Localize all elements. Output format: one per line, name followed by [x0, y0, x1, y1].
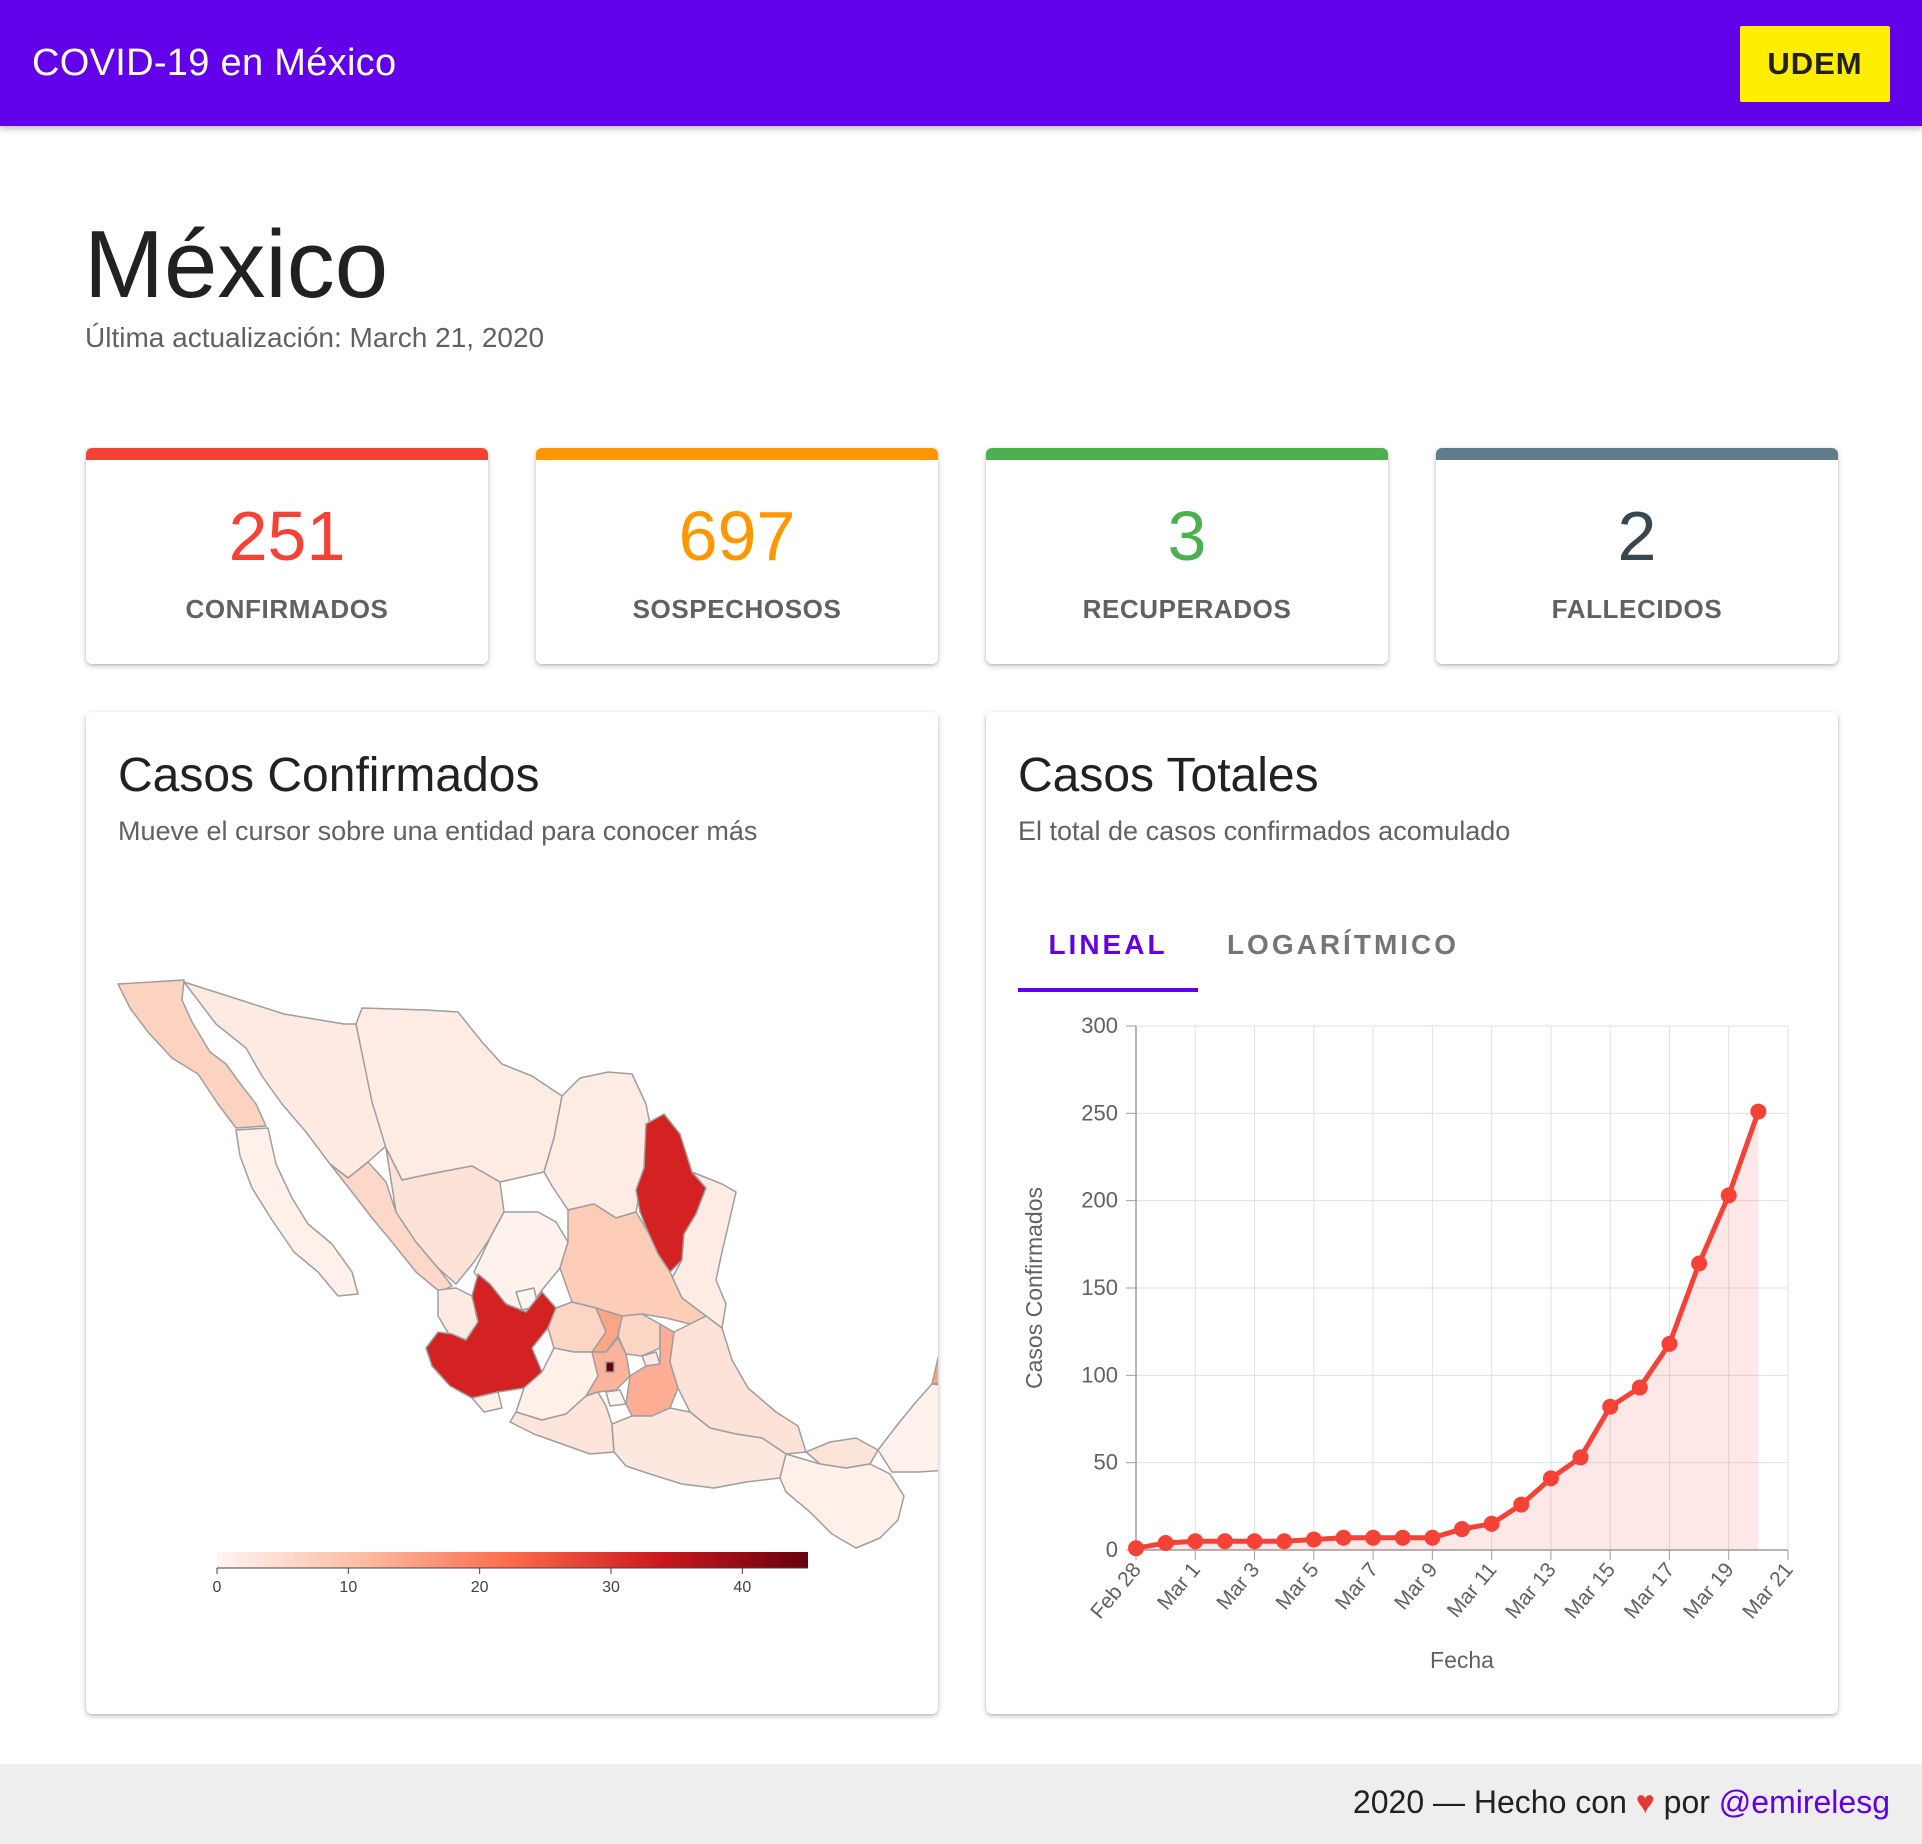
y-tick-label: 150	[1081, 1275, 1118, 1300]
data-point[interactable]	[1454, 1521, 1470, 1538]
state-morelos[interactable]	[605, 1389, 627, 1407]
data-point[interactable]	[1246, 1533, 1263, 1550]
data-point[interactable]	[1572, 1449, 1589, 1466]
author-link[interactable]: @emirelesg	[1719, 1784, 1890, 1820]
data-point[interactable]	[1305, 1531, 1322, 1548]
data-point[interactable]	[1483, 1515, 1500, 1532]
footer-prefix: 2020 — Hecho con	[1352, 1784, 1636, 1820]
app-bar: COVID-19 en México UDEM	[0, 0, 1922, 126]
stat-label: RECUPERADOS	[1082, 594, 1292, 624]
data-point[interactable]	[1157, 1535, 1174, 1552]
x-tick-label: Mar 9	[1390, 1558, 1442, 1614]
y-tick-label: 100	[1081, 1362, 1118, 1387]
data-point[interactable]	[1216, 1533, 1233, 1550]
state-chiapas[interactable]	[779, 1453, 905, 1549]
y-tick-label: 200	[1081, 1188, 1118, 1213]
state-yucatan[interactable]	[931, 1328, 938, 1385]
legend-bar	[217, 1552, 808, 1568]
y-axis-label: Casos Confirmados	[1021, 1187, 1047, 1389]
data-point[interactable]	[1128, 1540, 1144, 1557]
data-point[interactable]	[1335, 1529, 1352, 1546]
y-tick-label: 0	[1106, 1537, 1118, 1562]
state-campeche[interactable]	[877, 1383, 938, 1473]
stat-value: 3	[1167, 497, 1207, 575]
data-point[interactable]	[1661, 1335, 1678, 1352]
data-point[interactable]	[1394, 1529, 1411, 1546]
data-point[interactable]	[1276, 1533, 1293, 1550]
mexico-map: 0 10 20 30 40	[117, 979, 938, 1596]
stat-value: 2	[1617, 497, 1657, 575]
x-tick-label: Mar 5	[1272, 1558, 1324, 1614]
x-tick-label: Mar 11	[1443, 1558, 1502, 1622]
x-tick-label: Mar 15	[1560, 1558, 1620, 1623]
legend-ticks: 0 10 20 30 40	[213, 1568, 751, 1596]
stat-value: 251	[228, 497, 346, 575]
footer-middle: por	[1654, 1784, 1719, 1820]
data-point[interactable]	[1750, 1103, 1767, 1120]
app-title: COVID-19 en México	[32, 42, 397, 84]
page-title: México	[84, 211, 389, 318]
data-point[interactable]	[1691, 1255, 1708, 1272]
x-tick-label: Mar 21	[1738, 1558, 1798, 1623]
y-tick-label: 300	[1081, 1013, 1118, 1038]
x-tick-label: Mar 17	[1620, 1558, 1680, 1623]
stat-label: FALLECIDOS	[1551, 594, 1723, 624]
x-tick-label: Mar 1	[1153, 1558, 1205, 1614]
x-tick-label: Mar 19	[1679, 1558, 1739, 1623]
series-area	[1136, 1111, 1759, 1550]
data-point[interactable]	[1631, 1379, 1648, 1396]
x-tick-label: Feb 28	[1086, 1558, 1146, 1623]
stat-card-deceased: 2 FALLECIDOS	[1436, 448, 1838, 664]
legend-tick-label: 20	[471, 1579, 489, 1596]
heart-icon: ♥	[1635, 1784, 1655, 1820]
legend-tick-label: 30	[602, 1579, 620, 1596]
data-point[interactable]	[1542, 1470, 1559, 1487]
stat-label: CONFIRMADOS	[185, 594, 389, 624]
stat-bar	[86, 448, 488, 460]
x-tick-label: Mar 3	[1212, 1558, 1264, 1614]
data-point[interactable]	[1365, 1529, 1382, 1546]
x-tick-label: Mar 7	[1331, 1558, 1383, 1614]
data-point[interactable]	[1187, 1533, 1204, 1550]
stat-bar	[536, 448, 938, 460]
chart-panel: Casos Totales El total de casos confirma…	[986, 712, 1838, 1714]
legend-tick-label: 10	[339, 1579, 357, 1596]
stat-card-confirmed: 251 CONFIRMADOS	[86, 448, 488, 664]
cases-chart: 050100150200250300Feb 28 Mar 1 Mar 3 Mar 5M…	[1021, 1013, 1798, 1673]
footer: 2020 — Hecho con ♥ por @emirelesg	[0, 1764, 1922, 1844]
footer-text: 2020 — Hecho con ♥ por @emirelesg	[1353, 1784, 1890, 1821]
last-updated: Última actualización: March 21, 2020	[85, 322, 545, 353]
x-tick-label: Mar 13	[1501, 1558, 1561, 1623]
stat-bar	[986, 448, 1388, 460]
stat-card-recovered: 3 RECUPERADOS	[986, 448, 1388, 664]
state-cdmx[interactable]	[605, 1361, 615, 1373]
data-point[interactable]	[1720, 1187, 1737, 1204]
stat-value: 697	[678, 497, 796, 575]
data-point[interactable]	[1513, 1496, 1530, 1513]
y-tick-label: 50	[1094, 1450, 1118, 1475]
data-point[interactable]	[1424, 1529, 1441, 1546]
data-point[interactable]	[1602, 1398, 1619, 1415]
stat-bar	[1436, 448, 1838, 460]
udem-button[interactable]: UDEM	[1740, 26, 1890, 102]
stat-label: SOSPECHOSOS	[632, 594, 842, 624]
y-tick-label: 250	[1081, 1100, 1118, 1125]
x-axis-label: Fecha	[1430, 1647, 1494, 1673]
stat-card-suspected: 697 SOSPECHOSOS	[536, 448, 938, 664]
legend-tick-label: 40	[733, 1579, 751, 1596]
legend-tick-label: 0	[213, 1579, 222, 1596]
map-panel: Casos Confirmados Mueve el cursor sobre …	[86, 712, 938, 1714]
